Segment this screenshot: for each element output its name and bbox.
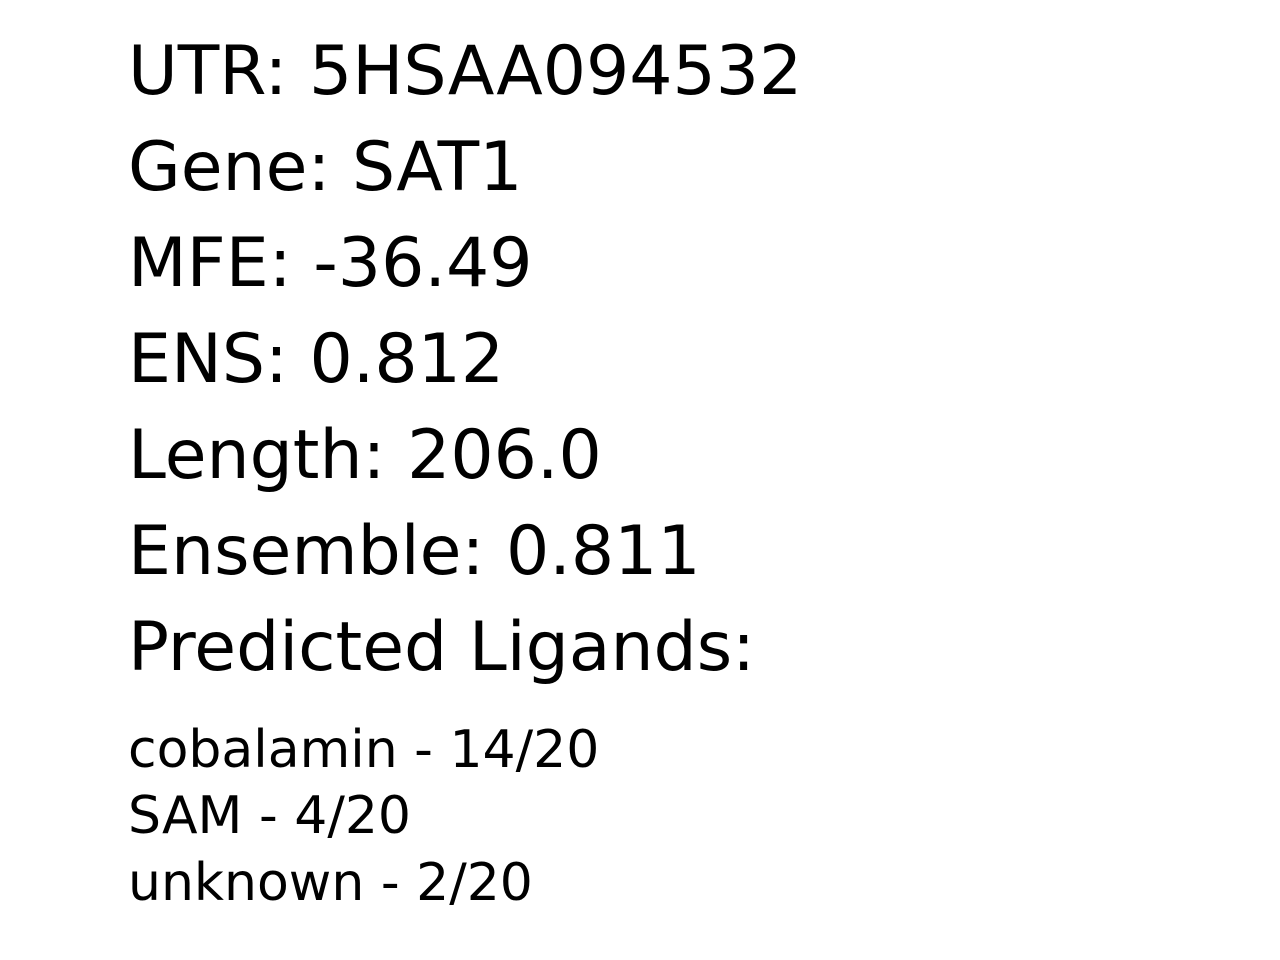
- predicted-ligands-heading: Predicted Ligands:: [128, 608, 756, 687]
- mfe-value: MFE: -36.49: [128, 224, 533, 303]
- length-value: Length: 206.0: [128, 416, 602, 495]
- ligand-item-unknown: unknown - 2/20: [128, 853, 533, 913]
- ensemble-value: Ensemble: 0.811: [128, 512, 701, 591]
- ligand-item-sam: SAM - 4/20: [128, 786, 412, 846]
- ligand-item-cobalamin: cobalamin - 14/20: [128, 720, 600, 780]
- utr-info-panel: UTR: 5HSAA094532 Gene: SAT1 MFE: -36.49 …: [0, 0, 1280, 960]
- ens-value: ENS: 0.812: [128, 320, 505, 399]
- utr-id: UTR: 5HSAA094532: [128, 32, 803, 111]
- gene-name: Gene: SAT1: [128, 128, 523, 207]
